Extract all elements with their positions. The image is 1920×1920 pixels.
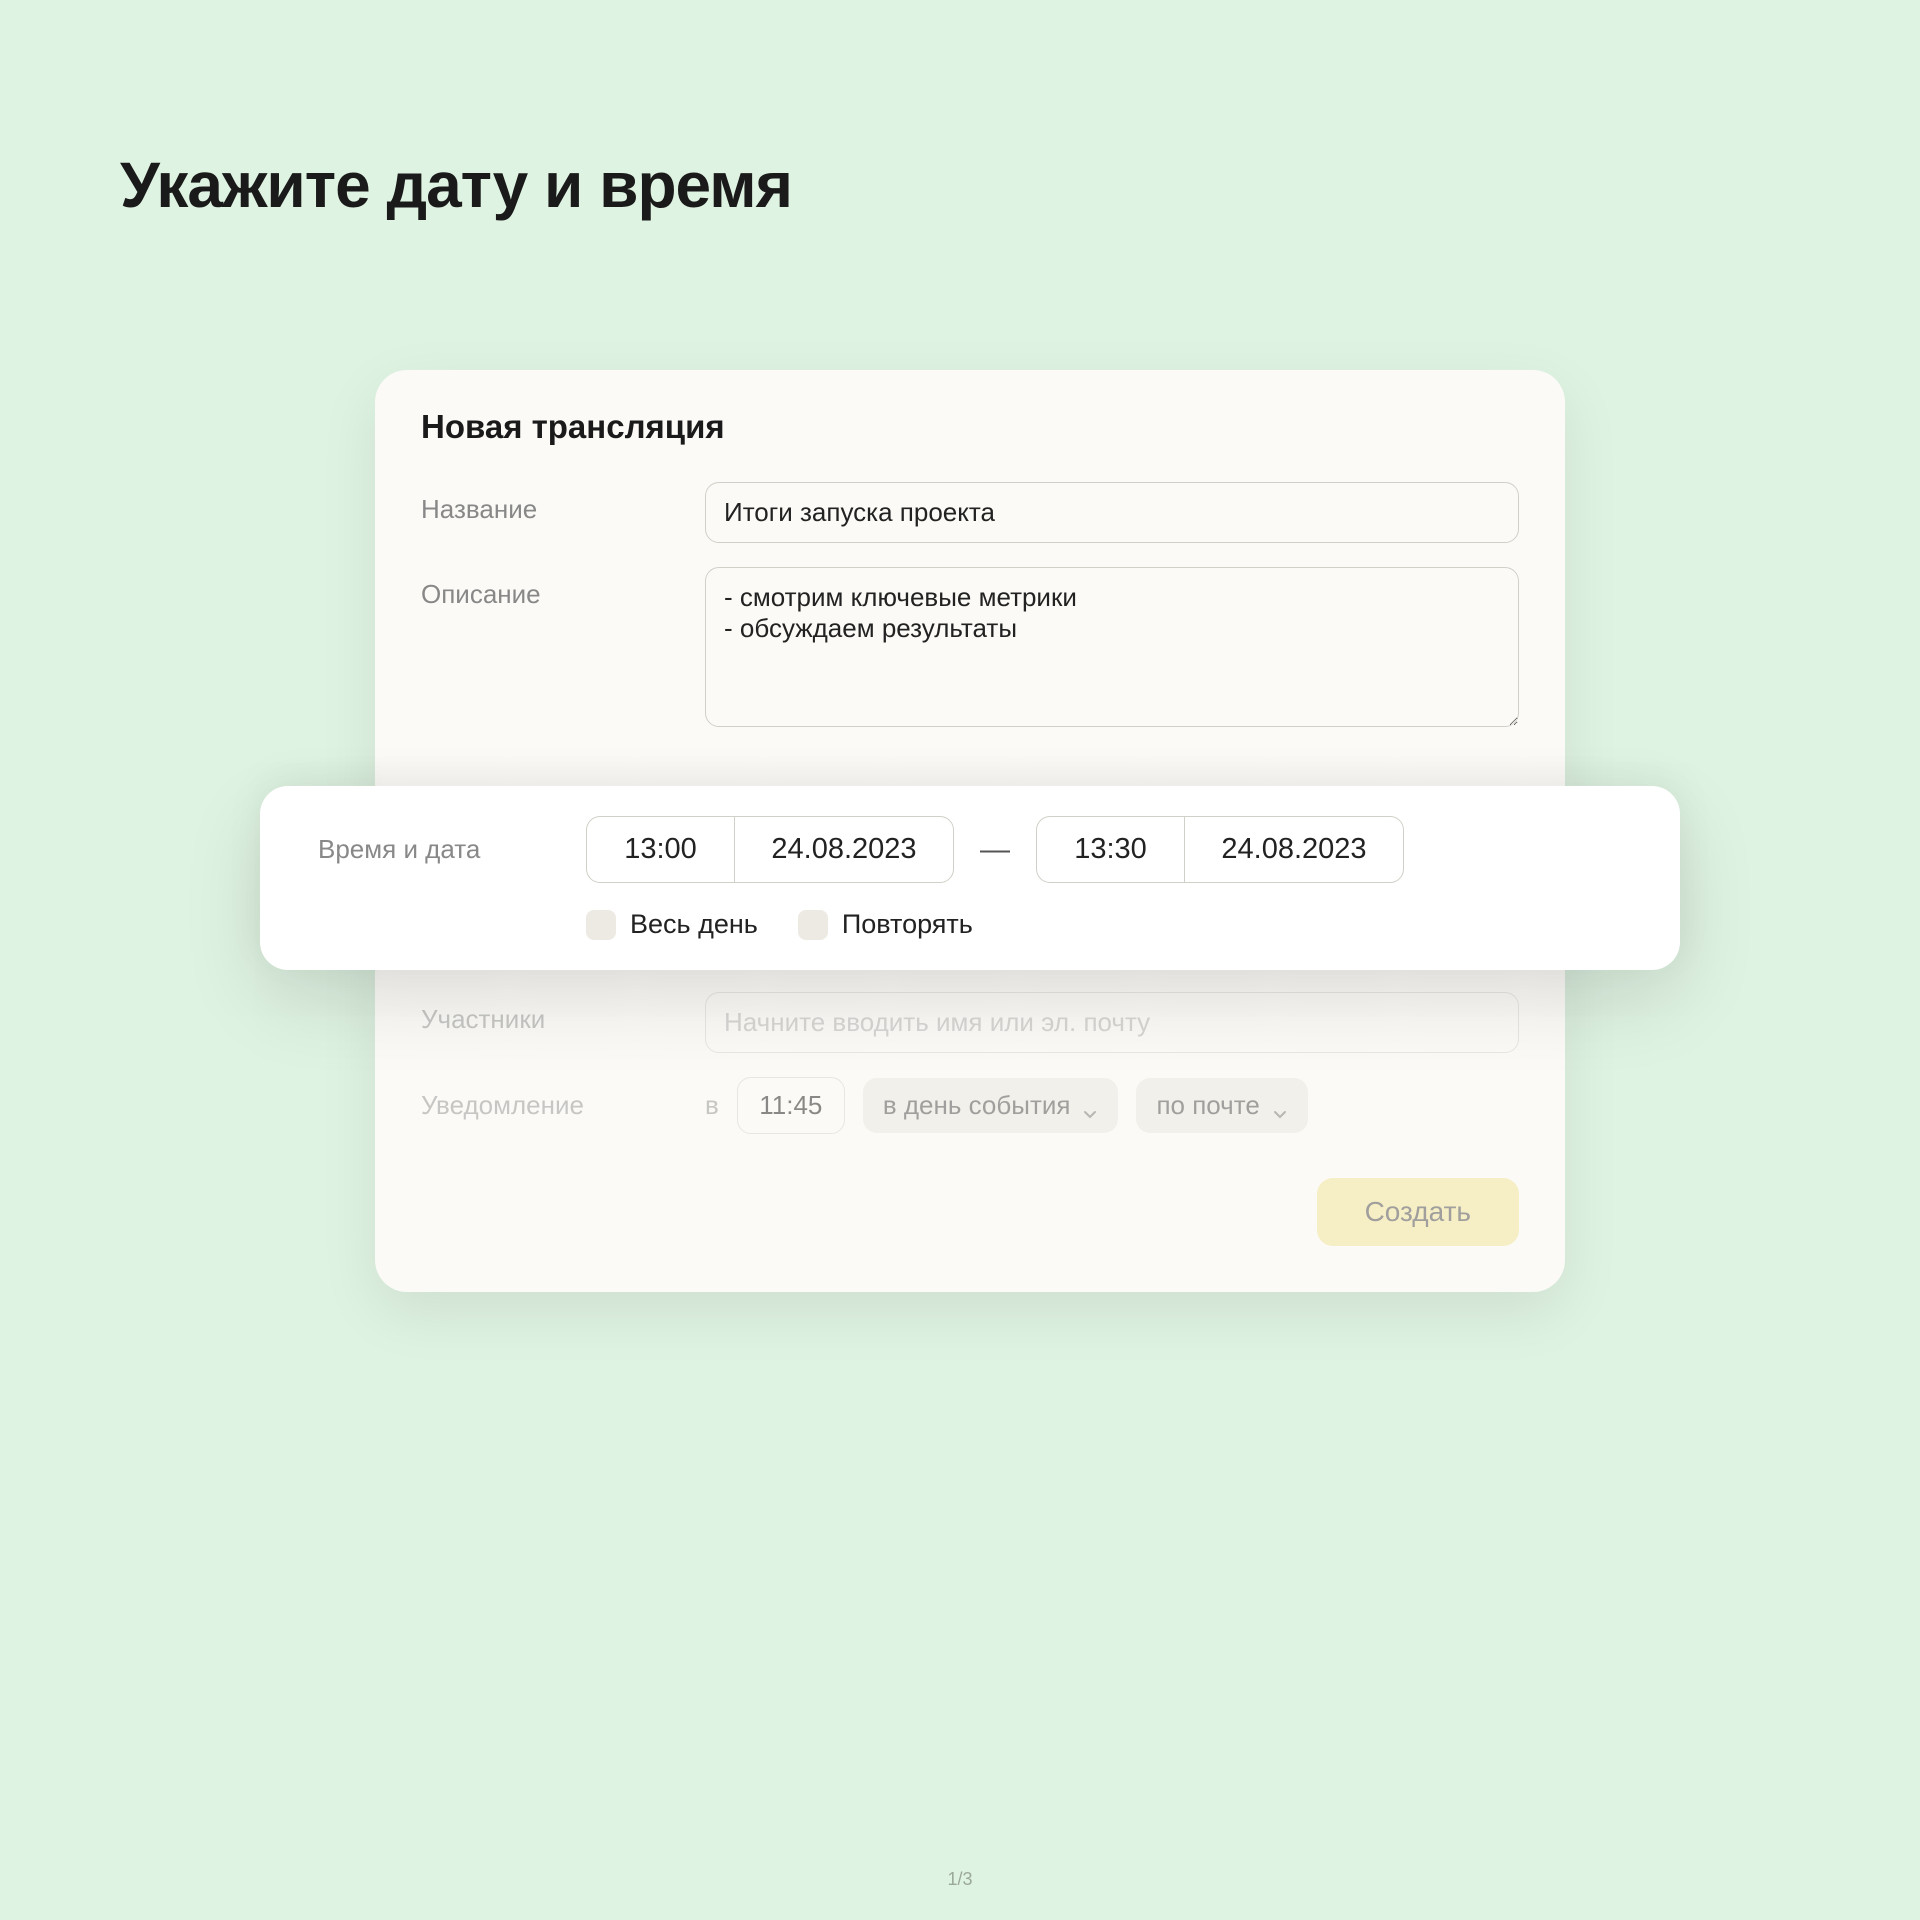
modal-title: Новая трансляция xyxy=(421,408,1519,446)
participants-label: Участники xyxy=(421,992,705,1035)
description-label: Описание xyxy=(421,567,705,610)
notification-at-text: в xyxy=(705,1090,719,1121)
allday-checkbox[interactable] xyxy=(586,910,616,940)
notification-how-select[interactable]: по почте xyxy=(1136,1078,1307,1133)
repeat-label: Повторять xyxy=(842,909,973,940)
chevron-down-icon xyxy=(1272,1098,1288,1114)
notification-how-label: по почте xyxy=(1156,1090,1259,1121)
notification-when-select[interactable]: в день события xyxy=(863,1078,1119,1133)
description-textarea[interactable]: - смотрим ключевые метрики - обсуждаем р… xyxy=(705,567,1519,727)
notification-time-input[interactable] xyxy=(737,1077,845,1134)
page-title: Укажите дату и время xyxy=(120,148,792,222)
description-row: Описание - смотрим ключевые метрики - об… xyxy=(421,567,1519,732)
notification-when-label: в день события xyxy=(883,1090,1071,1121)
end-date-input[interactable] xyxy=(1184,816,1404,883)
notification-row: Уведомление в в день события по почте xyxy=(421,1077,1519,1134)
name-label: Название xyxy=(421,482,705,525)
page-counter: 1/3 xyxy=(947,1869,972,1890)
allday-label: Весь день xyxy=(630,909,758,940)
end-time-input[interactable] xyxy=(1036,816,1184,883)
lower-dimmed-section: Участники Уведомление в в день события п… xyxy=(421,992,1519,1246)
notification-label: Уведомление xyxy=(421,1090,705,1121)
repeat-checkbox[interactable] xyxy=(798,910,828,940)
name-input[interactable] xyxy=(705,482,1519,543)
chevron-down-icon xyxy=(1082,1098,1098,1114)
participants-input[interactable] xyxy=(705,992,1519,1053)
participants-row: Участники xyxy=(421,992,1519,1053)
start-date-input[interactable] xyxy=(734,816,954,883)
datetime-section: Время и дата — Весь день Повторять xyxy=(260,786,1680,970)
start-time-input[interactable] xyxy=(586,816,734,883)
modal-footer: Создать xyxy=(421,1178,1519,1246)
allday-checkbox-item[interactable]: Весь день xyxy=(586,909,758,940)
create-button[interactable]: Создать xyxy=(1317,1178,1519,1246)
datetime-dash: — xyxy=(980,833,1010,867)
repeat-checkbox-item[interactable]: Повторять xyxy=(798,909,973,940)
datetime-label: Время и дата xyxy=(318,834,586,865)
name-row: Название xyxy=(421,482,1519,543)
